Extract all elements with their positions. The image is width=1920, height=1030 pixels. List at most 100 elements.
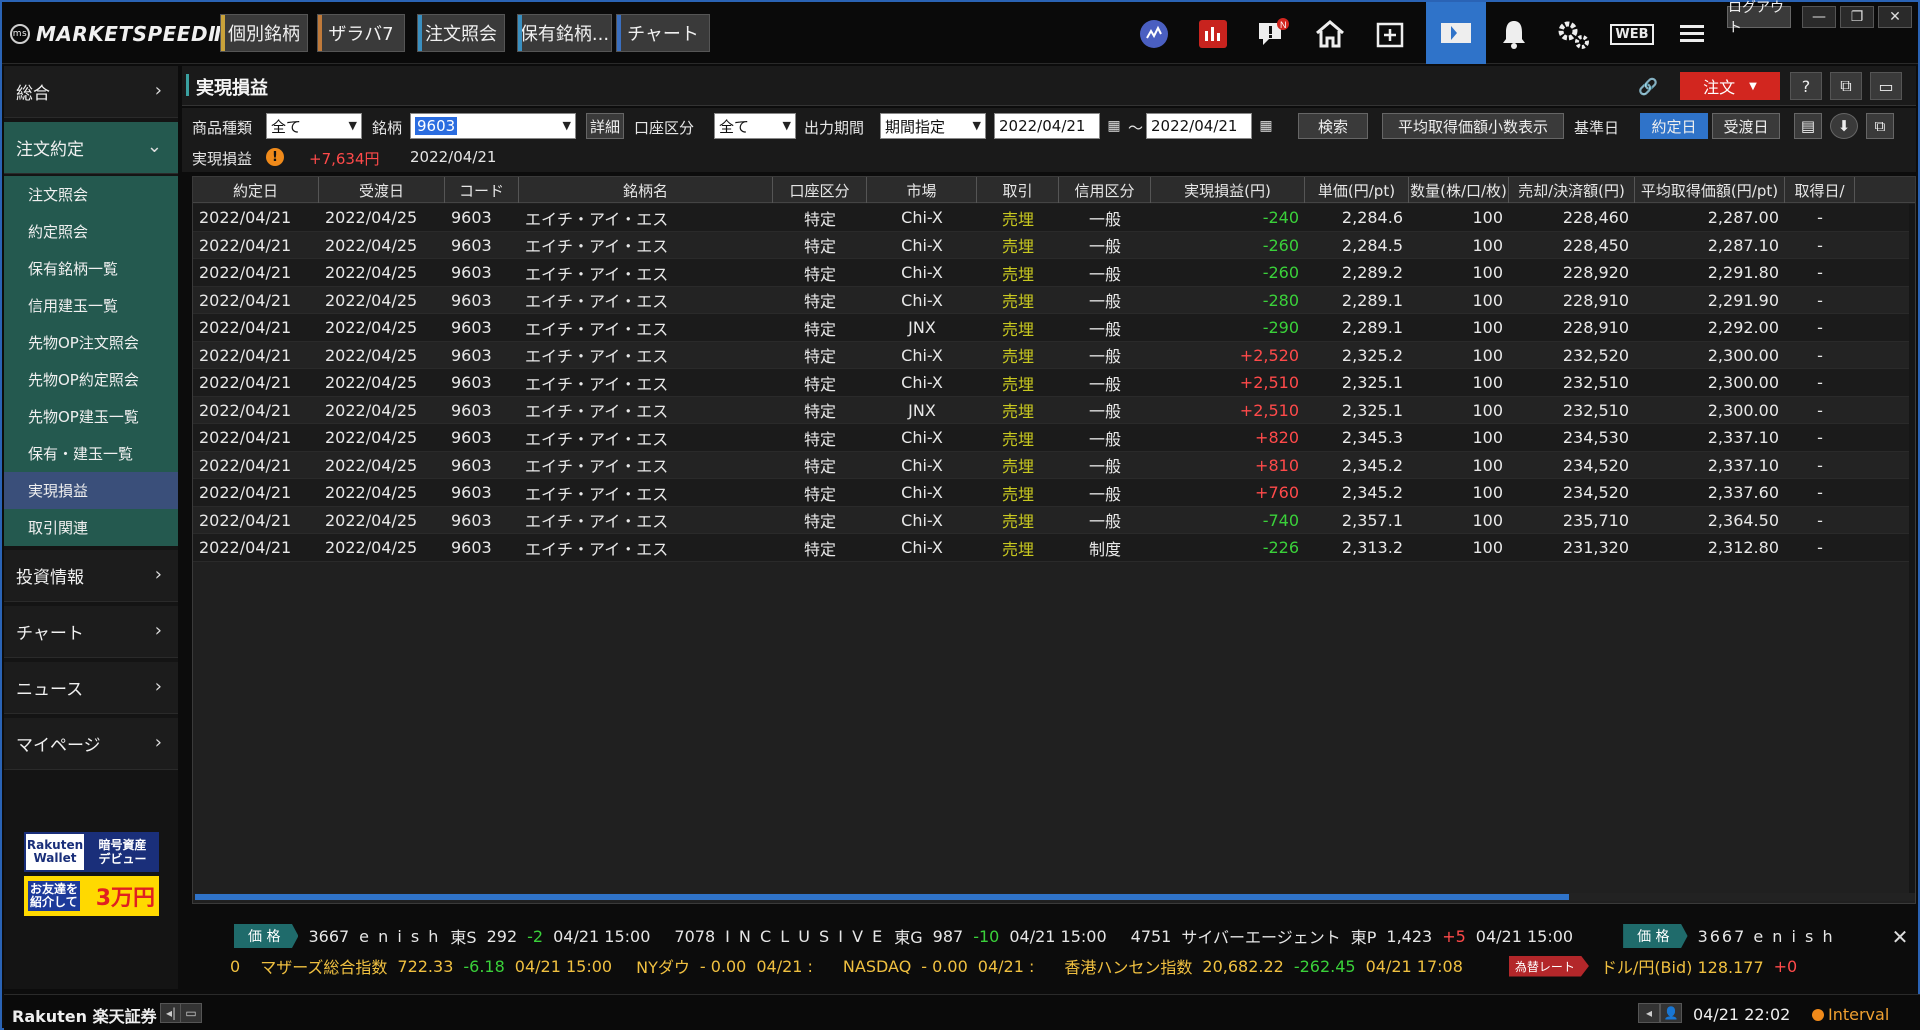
bell-icon[interactable]: [1492, 12, 1536, 56]
column-header-unit-price[interactable]: 単価(円/pt): [1305, 177, 1409, 203]
trade-date-button[interactable]: 約定日: [1640, 113, 1708, 139]
sidebar-item-realized-pnl[interactable]: 実現損益: [4, 472, 178, 509]
tab-zaraba7[interactable]: ザラバ7: [317, 14, 405, 52]
order-button[interactable]: 注文 ▼: [1680, 72, 1780, 100]
copy-icon[interactable]: ⧉: [1866, 113, 1894, 139]
sidebar-item-futures-orders[interactable]: 先物OP注文照会: [4, 324, 178, 361]
close-window-button[interactable]: ✕: [1878, 6, 1912, 28]
column-header-acquired-date[interactable]: 取得日/: [1785, 177, 1855, 203]
add-window-icon[interactable]: [1368, 12, 1412, 56]
column-header-settle-date[interactable]: 受渡日: [319, 177, 445, 203]
table-row[interactable]: 2022/04/21 2022/04/25 9603 エイチ・アイ・エス 特定 JNX 売埋…: [193, 396, 1915, 424]
sidebar-item-execution-inquiry[interactable]: 約定照会: [4, 213, 178, 250]
print-icon[interactable]: ▤: [1794, 113, 1822, 139]
date-to-input[interactable]: 2022/04/21: [1146, 113, 1252, 139]
column-header-name[interactable]: 銘柄名: [519, 177, 773, 203]
promo-banner-referral[interactable]: お友達を 紹介して 3万円: [24, 876, 159, 916]
menu-icon[interactable]: [1670, 12, 1714, 56]
sound-toggle-icon[interactable]: ◂|: [160, 1003, 182, 1023]
home-icon[interactable]: [1308, 12, 1352, 56]
date-from-input[interactable]: 2022/04/21: [994, 113, 1100, 139]
link-icon[interactable]: 🔗: [1632, 72, 1664, 100]
symbol-input[interactable]: 9603 ▼: [410, 113, 576, 139]
sidebar-item-holdings-positions[interactable]: 保有・建玉一覧: [4, 435, 178, 472]
layout-icon[interactable]: [1426, 2, 1486, 64]
table-row[interactable]: 2022/04/21 2022/04/25 9603 エイチ・アイ・エス 特定 Chi-X…: [193, 259, 1915, 287]
tab-holdings[interactable]: 保有銘柄...: [517, 14, 612, 52]
user-icon[interactable]: 👤: [1660, 1003, 1682, 1023]
promo-banner-wallet[interactable]: Rakuten Wallet 暗号資産 デビュー: [24, 832, 159, 872]
scrollbar-thumb[interactable]: [195, 894, 1569, 900]
column-header-code[interactable]: コード: [445, 177, 519, 203]
panel-toggle-icon[interactable]: ▭: [180, 1003, 202, 1023]
cell-margin-type: 制度: [1088, 539, 1121, 559]
sidebar-section-mypage[interactable]: マイページ ›: [4, 718, 178, 770]
alert-icon[interactable]: N: [1250, 12, 1294, 56]
table-row[interactable]: 2022/04/21 2022/04/25 9603 エイチ・アイ・エス 特定 Chi-X…: [193, 369, 1915, 397]
tab-stock[interactable]: 個別銘柄: [220, 14, 308, 52]
tab-chart[interactable]: チャート: [616, 14, 710, 52]
logout-button[interactable]: ログアウト: [1727, 0, 1791, 36]
sidebar-item-margin-positions[interactable]: 信用建玉一覧: [4, 287, 178, 324]
settings-icon[interactable]: [1551, 12, 1595, 56]
column-header-sell-amount[interactable]: 売却/決済額(円): [1509, 177, 1635, 203]
download-icon[interactable]: ⬇: [1830, 113, 1858, 139]
table-row[interactable]: 2022/04/21 2022/04/25 9603 エイチ・アイ・エス 特定 Chi-X…: [193, 204, 1915, 232]
chart-ranking-icon[interactable]: [1191, 12, 1235, 56]
column-header-trade-type[interactable]: 取引: [977, 177, 1059, 203]
cell-trade-type: 売埋: [1001, 292, 1034, 311]
cell-margin-type: 一般: [1088, 484, 1121, 504]
popout-icon[interactable]: ▭: [1870, 72, 1902, 100]
sidebar-section-chart[interactable]: チャート ›: [4, 606, 178, 658]
table-row[interactable]: 2022/04/21 2022/04/25 9603 エイチ・アイ・エス 特定 Chi-X…: [193, 506, 1915, 534]
vertical-scrollbar[interactable]: [1909, 204, 1915, 894]
table-row[interactable]: 2022/04/21 2022/04/25 9603 エイチ・アイ・エス 特定 Chi-X…: [193, 231, 1915, 259]
cell-trade-date: 2022/04/21: [199, 318, 292, 337]
column-header-avg-cost[interactable]: 平均取得価額(円/pt): [1635, 177, 1785, 203]
table-row[interactable]: 2022/04/21 2022/04/25 9603 エイチ・アイ・エス 特定 JNX 売埋…: [193, 314, 1915, 342]
column-header-trade-date[interactable]: 約定日: [193, 177, 319, 203]
sidebar-item-futures-executions[interactable]: 先物OP約定照会: [4, 361, 178, 398]
column-header-realized-pnl[interactable]: 実現損益(円): [1151, 177, 1305, 203]
help-icon[interactable]: ?: [1790, 72, 1822, 100]
minimize-button[interactable]: —: [1802, 6, 1836, 28]
table-row[interactable]: 2022/04/21 2022/04/25 9603 エイチ・アイ・エス 特定 Chi-X…: [193, 341, 1915, 369]
settle-date-button[interactable]: 受渡日: [1712, 113, 1780, 139]
sidebar-section-overview[interactable]: 総合 ›: [4, 66, 178, 118]
tab-order-inquiry[interactable]: 注文照会: [417, 14, 505, 52]
web-icon[interactable]: WEB: [1610, 12, 1654, 56]
volume-icon[interactable]: ◂: [1638, 1003, 1660, 1023]
sidebar-section-news[interactable]: ニュース ›: [4, 662, 178, 714]
sidebar-section-orders[interactable]: 注文約定 ⌄: [4, 122, 178, 174]
horizontal-scrollbar[interactable]: [193, 893, 1915, 901]
connection-status[interactable]: Interval: [1812, 1005, 1889, 1024]
calendar-icon[interactable]: ▦: [1256, 116, 1276, 136]
sidebar-item-order-inquiry[interactable]: 注文照会: [4, 176, 178, 213]
calendar-icon[interactable]: ▦: [1104, 116, 1124, 136]
sidebar-item-trade-related[interactable]: 取引関連: [4, 509, 178, 546]
maximize-button[interactable]: ❐: [1840, 6, 1874, 28]
table-row[interactable]: 2022/04/21 2022/04/25 9603 エイチ・アイ・エス 特定 Chi-X…: [193, 424, 1915, 452]
new-window-icon[interactable]: ⧉: [1830, 72, 1862, 100]
output-period-select[interactable]: 期間指定 ▼: [880, 113, 986, 139]
column-header-margin-type[interactable]: 信用区分: [1059, 177, 1151, 203]
detail-button[interactable]: 詳細: [586, 113, 624, 139]
product-type-select[interactable]: 全て ▼: [266, 113, 362, 139]
table-row[interactable]: 2022/04/21 2022/04/25 9603 エイチ・アイ・エス 特定 Chi-X…: [193, 451, 1915, 479]
panel-header: 実現損益 🔗 注文 ▼ ? ⧉ ▭: [182, 66, 1916, 106]
sidebar-item-holdings[interactable]: 保有銘柄一覧: [4, 250, 178, 287]
table-row[interactable]: 2022/04/21 2022/04/25 9603 エイチ・アイ・エス 特定 Chi-X…: [193, 534, 1915, 562]
avg-decimal-toggle-button[interactable]: 平均取得価額小数表示: [1382, 113, 1564, 139]
column-header-account-type[interactable]: 口座区分: [773, 177, 867, 203]
table-row[interactable]: 2022/04/21 2022/04/25 9603 エイチ・アイ・エス 特定 Chi-X…: [193, 479, 1915, 507]
account-type-select[interactable]: 全て ▼: [714, 113, 796, 139]
ticker-close-icon[interactable]: ✕: [1890, 925, 1910, 949]
warning-icon[interactable]: !: [266, 148, 284, 166]
sidebar-item-futures-positions[interactable]: 先物OP建玉一覧: [4, 398, 178, 435]
column-header-quantity[interactable]: 数量(株/口/枚): [1409, 177, 1509, 203]
sidebar-section-investment-info[interactable]: 投資情報 ›: [4, 550, 178, 602]
market-icon[interactable]: [1132, 12, 1176, 56]
column-header-market[interactable]: 市場: [867, 177, 977, 203]
table-row[interactable]: 2022/04/21 2022/04/25 9603 エイチ・アイ・エス 特定 Chi-X…: [193, 286, 1915, 314]
search-button[interactable]: 検索: [1298, 113, 1368, 139]
